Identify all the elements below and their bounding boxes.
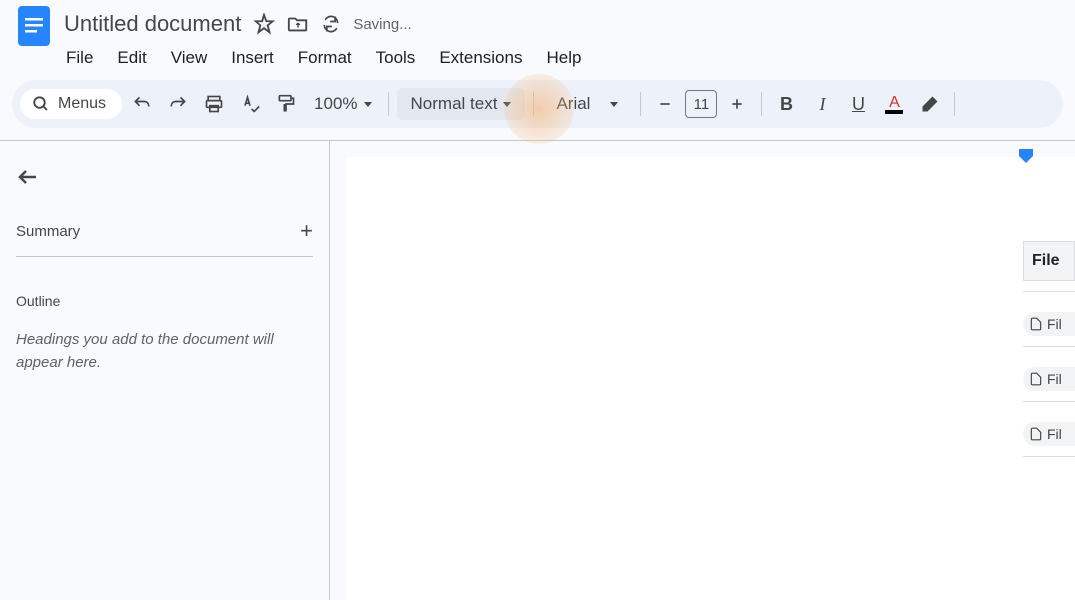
paint-format-button[interactable]	[270, 88, 302, 120]
redo-icon	[168, 94, 188, 114]
italic-button[interactable]: I	[806, 88, 838, 120]
divider	[640, 92, 641, 116]
file-icon	[1029, 372, 1043, 386]
move-folder-icon[interactable]	[287, 13, 309, 35]
menu-extensions[interactable]: Extensions	[429, 42, 532, 74]
font-size-input[interactable]	[685, 90, 717, 118]
menu-bar: File Edit View Insert Format Tools Exten…	[0, 40, 1075, 76]
file-chip-label: Fil	[1047, 426, 1062, 442]
underline-icon: U	[852, 94, 865, 115]
search-menus-label: Menus	[58, 95, 106, 113]
undo-button[interactable]	[126, 88, 158, 120]
font-value: Arial	[556, 94, 590, 114]
spellcheck-icon	[240, 94, 260, 114]
menu-tools[interactable]: Tools	[366, 42, 426, 74]
menu-insert[interactable]: Insert	[221, 42, 284, 74]
styles-dropdown[interactable]: Normal text	[397, 88, 526, 120]
decrease-font-button[interactable]	[649, 88, 681, 120]
undo-icon	[132, 94, 152, 114]
file-icon	[1029, 427, 1043, 441]
divider	[761, 92, 762, 116]
divider	[954, 92, 955, 116]
highlighter-icon	[920, 94, 940, 114]
file-chip-label: Fil	[1047, 371, 1062, 387]
spellcheck-button[interactable]	[234, 88, 266, 120]
text-color-swatch	[885, 110, 903, 114]
file-icon	[1029, 317, 1043, 331]
divider	[388, 92, 389, 116]
content-area: Summary + Outline Headings you add to th…	[0, 140, 1075, 600]
menu-edit[interactable]: Edit	[107, 42, 156, 74]
menu-file[interactable]: File	[56, 42, 103, 74]
summary-section: Summary +	[16, 218, 313, 257]
font-dropdown[interactable]: Arial	[542, 88, 632, 120]
style-value: Normal text	[411, 94, 498, 114]
document-canvas[interactable]	[346, 157, 1075, 600]
chevron-down-icon	[503, 102, 511, 107]
minus-icon	[657, 96, 673, 112]
cloud-status-icon[interactable]	[321, 14, 341, 34]
paint-roller-icon	[276, 94, 296, 114]
outline-label: Outline	[16, 293, 313, 309]
file-chip[interactable]: Fil	[1023, 422, 1075, 446]
document-title[interactable]: Untitled document	[64, 11, 241, 37]
highlight-color-button[interactable]	[914, 88, 946, 120]
ruler-tab-marker[interactable]	[1019, 149, 1033, 168]
menu-help[interactable]: Help	[536, 42, 591, 74]
outline-sidebar: Summary + Outline Headings you add to th…	[0, 141, 330, 600]
summary-label: Summary	[16, 223, 80, 240]
search-menus-button[interactable]: Menus	[20, 89, 122, 119]
menu-format[interactable]: Format	[288, 42, 362, 74]
redo-button[interactable]	[162, 88, 194, 120]
underline-button[interactable]: U	[842, 88, 874, 120]
add-summary-button[interactable]: +	[300, 218, 313, 244]
arrow-left-icon	[16, 165, 40, 189]
print-icon	[204, 94, 224, 114]
zoom-value: 100%	[314, 94, 357, 114]
file-chip-label: Fil	[1047, 316, 1062, 332]
increase-font-button[interactable]	[721, 88, 753, 120]
plus-icon	[729, 96, 745, 112]
star-icon[interactable]	[253, 13, 275, 35]
file-chip[interactable]: Fil	[1023, 312, 1075, 336]
title-area: Untitled document Saving...	[64, 11, 412, 37]
chevron-down-icon	[364, 102, 372, 107]
divider	[533, 92, 534, 116]
header-bar: Untitled document Saving...	[0, 0, 1075, 40]
file-chip[interactable]: Fil	[1023, 367, 1075, 391]
file-chip-header[interactable]: File	[1023, 241, 1075, 281]
chevron-down-icon	[610, 102, 618, 107]
docs-logo-icon[interactable]	[16, 0, 52, 48]
bold-icon: B	[780, 94, 793, 115]
zoom-dropdown[interactable]: 100%	[306, 90, 379, 118]
toolbar: Menus 100% Normal text	[12, 80, 1063, 128]
text-color-button[interactable]: A	[878, 88, 910, 120]
italic-icon: I	[819, 94, 825, 115]
collapse-sidebar-button[interactable]	[16, 165, 313, 194]
saving-status: Saving...	[353, 16, 411, 33]
bold-button[interactable]: B	[770, 88, 802, 120]
right-panel: File Fil Fil Fil	[1023, 241, 1075, 457]
menu-view[interactable]: View	[161, 42, 218, 74]
search-icon	[32, 95, 50, 113]
outline-hint: Headings you add to the document will ap…	[16, 329, 313, 374]
print-button[interactable]	[198, 88, 230, 120]
